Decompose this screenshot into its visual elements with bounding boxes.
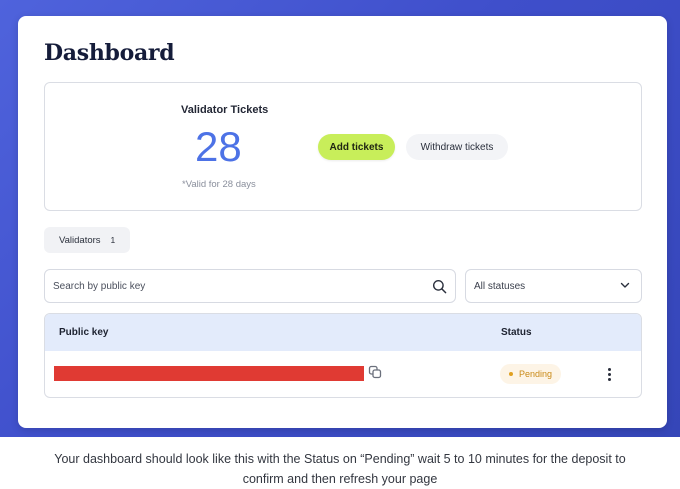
search-input[interactable] <box>45 269 431 303</box>
status-filter-select[interactable]: All statuses <box>465 269 642 303</box>
caption-line-2: confirm and then refresh your page <box>242 472 438 486</box>
status-filter-value: All statuses <box>474 280 526 292</box>
withdraw-tickets-button[interactable]: Withdraw tickets <box>406 134 508 160</box>
validators-table: Public key Status Pending <box>44 313 642 398</box>
chevron-down-icon <box>619 279 631 294</box>
status-badge-label: Pending <box>519 369 553 379</box>
column-header-public-key: Public key <box>59 327 109 338</box>
table-row[interactable]: Pending <box>45 351 641 397</box>
screenshot-frame: Dashboard Validator Tickets 28 *Valid fo… <box>0 0 680 437</box>
caption-line-1: Your dashboard should look like this wit… <box>54 452 626 466</box>
tickets-label: Validator Tickets <box>181 104 269 116</box>
dashboard-card: Dashboard Validator Tickets 28 *Valid fo… <box>18 16 667 428</box>
more-vertical-icon[interactable] <box>603 364 615 384</box>
search-field[interactable] <box>44 269 456 303</box>
caption: Your dashboard should look like this wit… <box>0 449 680 489</box>
column-header-status: Status <box>501 327 532 338</box>
public-key-redacted <box>54 366 364 381</box>
table-header: Public key Status <box>45 314 641 351</box>
search-icon[interactable] <box>431 278 447 294</box>
add-tickets-button[interactable]: Add tickets <box>318 134 395 160</box>
status-dot <box>509 372 513 376</box>
tab-validators[interactable]: Validators 1 <box>44 227 130 253</box>
tab-validators-label: Validators <box>59 234 101 246</box>
validator-tickets-panel: Validator Tickets 28 *Valid for 28 days … <box>44 82 642 211</box>
page-title: Dashboard <box>44 40 175 66</box>
copy-icon[interactable] <box>368 365 384 381</box>
tickets-count: 28 <box>195 123 242 170</box>
status-badge: Pending <box>500 364 562 384</box>
tab-validators-count: 1 <box>110 235 116 245</box>
tickets-validity-note: *Valid for 28 days <box>182 179 256 190</box>
